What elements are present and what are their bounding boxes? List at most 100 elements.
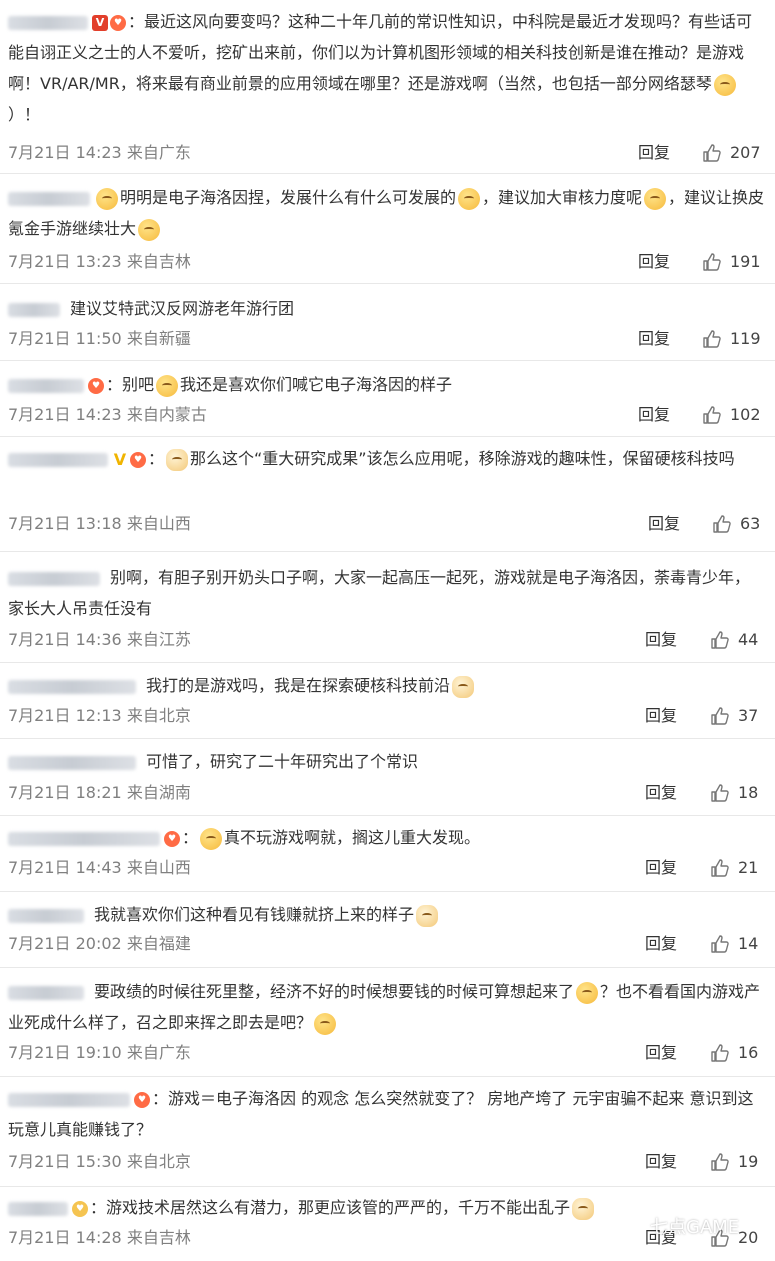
comment-meta: 7月21日 18:21 来自湖南	[8, 783, 191, 802]
like-count: 19	[738, 1152, 759, 1171]
comment-text: 别吧	[122, 375, 155, 394]
comment-meta: 7月21日 12:13 来自北京	[8, 706, 191, 725]
comment-item: 建议艾特武汉反网游老年游行团 7月21日 11:50 来自新疆 回复 119	[0, 284, 775, 361]
fan-badge-icon: ♥	[164, 830, 180, 847]
watermark-text: 七点GAME	[650, 1217, 740, 1238]
comment-item: 明明是电子海洛因捏，发展什么有什么可发展的 ，建议加大审核力度呢 ，建议让换皮氪金手…	[0, 174, 775, 284]
username-blurred[interactable]	[8, 302, 60, 317]
reply-button[interactable]: 回复	[638, 252, 670, 272]
username-blurred[interactable]	[8, 755, 136, 770]
like-button[interactable]: 44	[710, 630, 758, 650]
reply-button[interactable]: 回复	[645, 1043, 677, 1063]
like-count: 191	[730, 252, 761, 271]
username-blurred[interactable]	[8, 679, 136, 694]
fan-badge-icon: ♥	[134, 1091, 150, 1108]
username-blurred[interactable]	[8, 1092, 130, 1107]
comment-text: 别啊，有胆子别开奶头口子啊，大家一起高压一起死，游戏就是电子海洛因，荼毒青少年，…	[8, 568, 751, 618]
like-count: 207	[730, 143, 761, 162]
comment-item: V ♥：那么这个“重大研究成果”该怎么应用呢，移除游戏的趣味性，保留硬核科技吗 7…	[0, 437, 775, 552]
emoji-icon	[156, 374, 179, 397]
comment-item: 我打的是游戏吗，我是在探索硬核科技前沿 7月21日 12:13 来自北京 回复 …	[0, 663, 775, 739]
comment-meta: 7月21日 14:36 来自江苏	[8, 630, 191, 649]
like-count: 21	[738, 858, 759, 877]
comment-meta: 7月21日 14:28 来自吉林	[8, 1228, 191, 1247]
fan-badge-icon: ♥	[130, 451, 146, 468]
thumbs-up-icon	[713, 515, 731, 533]
thumbs-up-icon	[711, 935, 729, 953]
fan-badge-icon: ♥	[72, 1200, 88, 1217]
watermark: 七点GAME	[622, 1213, 739, 1239]
username-blurred[interactable]	[8, 452, 108, 467]
like-count: 63	[740, 514, 761, 533]
reply-button[interactable]: 回复	[645, 1152, 677, 1172]
reply-button[interactable]: 回复	[638, 329, 670, 349]
like-button[interactable]: 102	[702, 405, 761, 425]
like-button[interactable]: 21	[710, 858, 758, 878]
reply-button[interactable]: 回复	[638, 143, 670, 163]
like-count: 14	[738, 934, 759, 953]
like-count: 16	[738, 1043, 759, 1062]
comment-item: 要政绩的时候往死里整，经济不好的时候想要钱的时候可算想起来了 ？也不看看国内游戏产…	[0, 968, 775, 1077]
username-blurred[interactable]	[8, 571, 100, 586]
emoji-icon	[96, 187, 118, 210]
like-count: 102	[730, 405, 761, 424]
reply-button[interactable]: 回复	[648, 514, 680, 534]
wechat-icon	[622, 1216, 646, 1234]
reply-button[interactable]: 回复	[645, 934, 677, 954]
comment-text: 真不玩游戏啊就，搁这儿重大发现。	[224, 828, 481, 847]
username-blurred[interactable]	[8, 831, 160, 846]
like-button[interactable]: 19	[710, 1152, 758, 1172]
like-button[interactable]: 16	[710, 1043, 758, 1063]
reply-button[interactable]: 回复	[638, 405, 670, 425]
comment-item: 别啊，有胆子别开奶头口子啊，大家一起高压一起死，游戏就是电子海洛因，荼毒青少年，…	[0, 552, 775, 663]
username-blurred[interactable]	[8, 378, 84, 393]
verified-v-icon: V	[92, 14, 108, 31]
reply-button[interactable]: 回复	[645, 783, 677, 803]
like-button[interactable]: 119	[702, 329, 761, 349]
emoji-icon	[200, 827, 223, 850]
comment-item: 可惜了，研究了二十年研究出了个常识 7月21日 18:21 来自湖南 回复 18	[0, 739, 775, 816]
thumbs-up-icon	[703, 330, 721, 348]
comment-meta: 7月21日 20:02 来自福建	[8, 934, 191, 953]
comment-item: 我就喜欢你们这种看见有钱赚就挤上来的样子 7月21日 20:02 来自福建 回复…	[0, 892, 775, 968]
like-button[interactable]: 207	[702, 143, 761, 163]
comment-text-tail: ）！	[8, 105, 41, 124]
emoji-icon	[314, 1012, 337, 1035]
emoji-icon	[572, 1197, 595, 1220]
comment-item: V ♥ ：最近这风向要变吗？这种二十年几前的常识性知识，中科院是最近才发现吗？有些话…	[0, 0, 775, 174]
like-button[interactable]: 14	[710, 934, 758, 954]
like-button[interactable]: 191	[702, 252, 761, 272]
emoji-icon	[713, 73, 736, 96]
like-button[interactable]: 37	[710, 706, 758, 726]
thumbs-up-icon	[703, 253, 721, 271]
comment-meta: 7月21日 11:50 来自新疆	[8, 329, 191, 348]
comment-text: ，建议加大审核力度呢	[482, 188, 643, 207]
emoji-icon	[138, 218, 161, 241]
comment-meta: 7月21日 13:18 来自山西	[8, 514, 191, 533]
comment-meta: 7月21日 15:30 来自北京	[8, 1152, 191, 1171]
emoji-icon	[416, 904, 439, 927]
reply-button[interactable]: 回复	[645, 858, 677, 878]
username-blurred[interactable]	[8, 15, 88, 30]
comment-text: 我就喜欢你们这种看见有钱赚就挤上来的样子	[94, 905, 415, 924]
thumbs-up-icon	[711, 707, 729, 725]
emoji-icon	[452, 675, 475, 698]
like-button[interactable]: 63	[712, 514, 760, 534]
comment-text: 要政绩的时候往死里整，经济不好的时候想要钱的时候可算想起来了	[94, 982, 575, 1001]
username-blurred[interactable]	[8, 908, 84, 923]
emoji-icon	[644, 187, 667, 210]
like-count: 37	[738, 706, 759, 725]
reply-button[interactable]: 回复	[645, 706, 677, 726]
username-blurred[interactable]	[8, 1201, 68, 1216]
username-blurred[interactable]	[8, 191, 90, 206]
comment-meta: 7月21日 19:10 来自广东	[8, 1043, 191, 1062]
comment-text: 那么这个“重大研究成果”该怎么应用呢，移除游戏的趣味性，保留硬核科技吗	[190, 449, 735, 468]
comment-text: 我打的是游戏吗，我是在探索硬核科技前沿	[146, 676, 451, 695]
verified-v-icon: V	[113, 449, 127, 469]
username-blurred[interactable]	[8, 985, 84, 1000]
like-button[interactable]: 18	[710, 783, 758, 803]
comment-text: 可惜了，研究了二十年研究出了个常识	[146, 752, 419, 771]
like-count: 18	[738, 783, 759, 802]
thumbs-up-icon	[703, 144, 721, 162]
reply-button[interactable]: 回复	[645, 630, 677, 650]
